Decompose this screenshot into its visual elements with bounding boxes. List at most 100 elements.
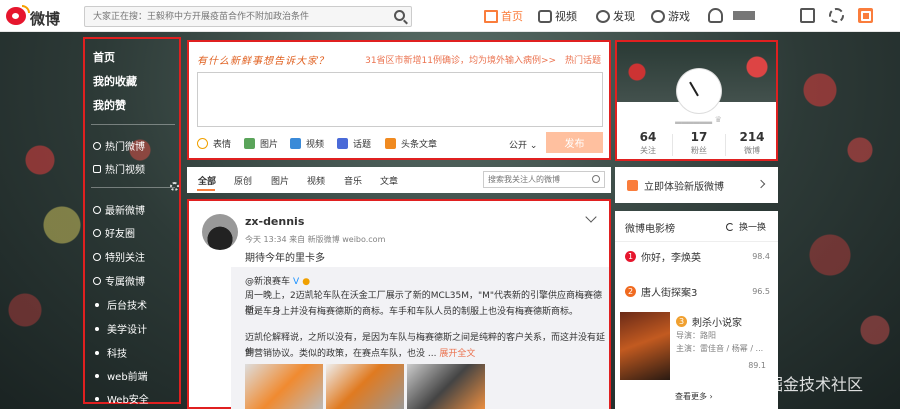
author-name[interactable]: zx-dennis bbox=[245, 215, 304, 228]
weibo-new-icon bbox=[627, 179, 638, 191]
leftnav-group-web-security[interactable]: Web安全 bbox=[93, 391, 149, 406]
settings-gear-icon[interactable] bbox=[829, 8, 844, 23]
search-icon[interactable] bbox=[394, 10, 405, 21]
emoji-tool[interactable]: 表情 bbox=[197, 137, 231, 150]
nav-home[interactable]: 首页 bbox=[484, 0, 523, 32]
mail-icon[interactable] bbox=[800, 8, 815, 23]
leftnav-hot-weibo[interactable]: 热门微博 bbox=[93, 138, 145, 153]
movie-row[interactable]: 1 你好，李焕英 98.4 bbox=[625, 249, 770, 264]
author-avatar[interactable] bbox=[202, 214, 238, 250]
juejin-logo-icon bbox=[717, 375, 732, 391]
compose-icon[interactable] bbox=[858, 8, 873, 23]
nav-video[interactable]: 视频 bbox=[538, 0, 577, 32]
repost-image[interactable] bbox=[407, 364, 485, 409]
image-icon bbox=[244, 138, 255, 149]
clock-icon bbox=[93, 205, 101, 214]
leftnav-group-tech[interactable]: 科技 bbox=[93, 345, 127, 360]
user-icon[interactable] bbox=[708, 8, 723, 23]
refresh-icon bbox=[725, 222, 734, 231]
profile-avatar[interactable] bbox=[677, 69, 721, 113]
video-tool[interactable]: 视频 bbox=[290, 137, 324, 150]
leftnav-group-web-frontend[interactable]: web前端 bbox=[93, 368, 148, 383]
tab-original[interactable]: 原创 bbox=[234, 174, 252, 187]
article-tool[interactable]: 头条文章 bbox=[385, 137, 437, 150]
profile-username-blurred[interactable]: ▂▂▂▂▂▂ ♛ bbox=[617, 115, 776, 124]
leftnav-special[interactable]: 特别关注 bbox=[93, 249, 145, 264]
leftnav-group-backend[interactable]: 后台技术 bbox=[93, 297, 147, 312]
leftnav-settings-gear-icon[interactable] bbox=[170, 182, 179, 191]
leftnav-hot-video[interactable]: 热门视频 bbox=[93, 161, 145, 176]
divider bbox=[615, 241, 778, 242]
composer-slogan: 有什么新鲜事想告诉大家？ bbox=[197, 56, 329, 67]
nav-discover[interactable]: 发现 bbox=[596, 0, 635, 32]
stat-followers[interactable]: 17 粉丝 bbox=[672, 130, 726, 156]
search-box[interactable] bbox=[84, 6, 412, 27]
stat-posts[interactable]: 214 微博 bbox=[725, 130, 776, 156]
feed-search-box[interactable] bbox=[483, 171, 605, 188]
leftnav-favorites[interactable]: 我的收藏 bbox=[93, 73, 137, 89]
tab-images[interactable]: 图片 bbox=[271, 174, 289, 187]
leftnav-column[interactable]: 专属微博 bbox=[93, 273, 145, 288]
visibility-select[interactable]: 公开 ⌄ bbox=[509, 138, 537, 151]
topic-tool[interactable]: 话题 bbox=[337, 137, 371, 150]
feed-post: zx-dennis 今天 13:34 来自 新版微博 weibo.com 期待今… bbox=[187, 199, 611, 409]
search-icon[interactable] bbox=[592, 175, 600, 183]
active-tab-indicator bbox=[197, 189, 215, 191]
hot-topic-link[interactable]: 热门话题 bbox=[565, 56, 601, 66]
brand-name: 微博 bbox=[30, 10, 61, 28]
chevron-right-icon bbox=[756, 179, 766, 189]
movie-poster[interactable] bbox=[620, 312, 670, 380]
nav-game[interactable]: 游戏 bbox=[651, 0, 690, 32]
leftnav-latest[interactable]: 最新微博 bbox=[93, 202, 145, 217]
repost-text-line: 到营销协议。类似的政策，在赛点车队，也没 ... 展开全文 bbox=[245, 349, 476, 359]
bullet-icon bbox=[95, 326, 99, 331]
hot-news-links: 31省区市新增11例确诊，均为境外输入病例>> 热门话题 bbox=[365, 53, 601, 66]
profile-card: ▂▂▂▂▂▂ ♛ 64 关注 17 粉丝 214 微博 bbox=[615, 40, 778, 161]
post-composer: 有什么新鲜事想告诉大家？ 31省区市新增11例确诊，均为境外输入病例>> 热门话… bbox=[187, 40, 611, 160]
chevron-down-icon: ⌄ bbox=[527, 141, 538, 151]
repost-image[interactable] bbox=[326, 364, 404, 409]
chevron-down-icon[interactable] bbox=[585, 211, 597, 223]
column-icon bbox=[93, 276, 101, 285]
stat-following[interactable]: 64 关注 bbox=[621, 130, 675, 156]
tab-articles[interactable]: 文章 bbox=[380, 174, 398, 187]
top-bar: 微博 首页 视频 发现 游戏 bbox=[0, 0, 900, 32]
movie-row[interactable]: 2 唐人街探案3 96.5 bbox=[625, 284, 770, 299]
bullet-icon bbox=[95, 302, 99, 307]
leftnav-group-design[interactable]: 美学设计 bbox=[93, 321, 147, 336]
composer-textarea[interactable] bbox=[197, 72, 603, 127]
repost-image[interactable] bbox=[245, 364, 323, 409]
left-nav: 首页 我的收藏 我的赞 热门微博 热门视频 最新微博 好友圈 特别关注 专属微博… bbox=[83, 37, 181, 406]
leftnav-home[interactable]: 首页 bbox=[93, 49, 115, 65]
emoji-icon: ● bbox=[302, 277, 311, 287]
tab-music[interactable]: 音乐 bbox=[344, 174, 362, 187]
video-icon bbox=[538, 9, 552, 23]
featured-movie-title[interactable]: 3 刺杀小说家 bbox=[676, 314, 742, 329]
article-icon bbox=[385, 138, 396, 149]
publish-button[interactable]: 发布 bbox=[546, 132, 603, 153]
refresh-button[interactable]: 换一换 bbox=[725, 220, 766, 233]
repost-block: @新浪赛车 V ● 周一晚上，2迈凯轮车队在沃金工厂展示了新的MCL35M，"M"代… bbox=[231, 267, 609, 409]
leftnav-likes[interactable]: 我的赞 bbox=[93, 97, 126, 113]
expand-full-text[interactable]: 展开全文 bbox=[439, 349, 475, 359]
verified-icon: V bbox=[293, 277, 300, 287]
home-icon bbox=[484, 9, 498, 23]
leftnav-friends[interactable]: 好友圈 bbox=[93, 225, 135, 240]
image-tool[interactable]: 图片 bbox=[244, 137, 278, 150]
eye-icon bbox=[93, 252, 101, 261]
featured-movie-director: 导演：路阳 bbox=[676, 331, 716, 340]
see-more-link[interactable]: 查看更多 › bbox=[675, 391, 713, 402]
movie-ranking-title: 微博电影榜 bbox=[625, 224, 675, 235]
username-redacted[interactable] bbox=[733, 11, 755, 20]
tab-videos[interactable]: 视频 bbox=[307, 174, 325, 187]
search-input[interactable] bbox=[85, 7, 375, 26]
weibo-logo-icon bbox=[6, 5, 30, 25]
hot-news-link[interactable]: 31省区市新增11例确诊，均为境外输入病例>> bbox=[365, 56, 556, 66]
feed-search-input[interactable] bbox=[484, 172, 584, 187]
fire-icon bbox=[93, 141, 101, 150]
try-new-version[interactable]: 立即体验新版微博 bbox=[615, 167, 778, 203]
gamepad-icon bbox=[651, 9, 665, 23]
compass-icon bbox=[596, 9, 610, 23]
weibo-logo[interactable]: 微博 bbox=[6, 5, 62, 28]
tab-all[interactable]: 全部 bbox=[198, 174, 216, 187]
